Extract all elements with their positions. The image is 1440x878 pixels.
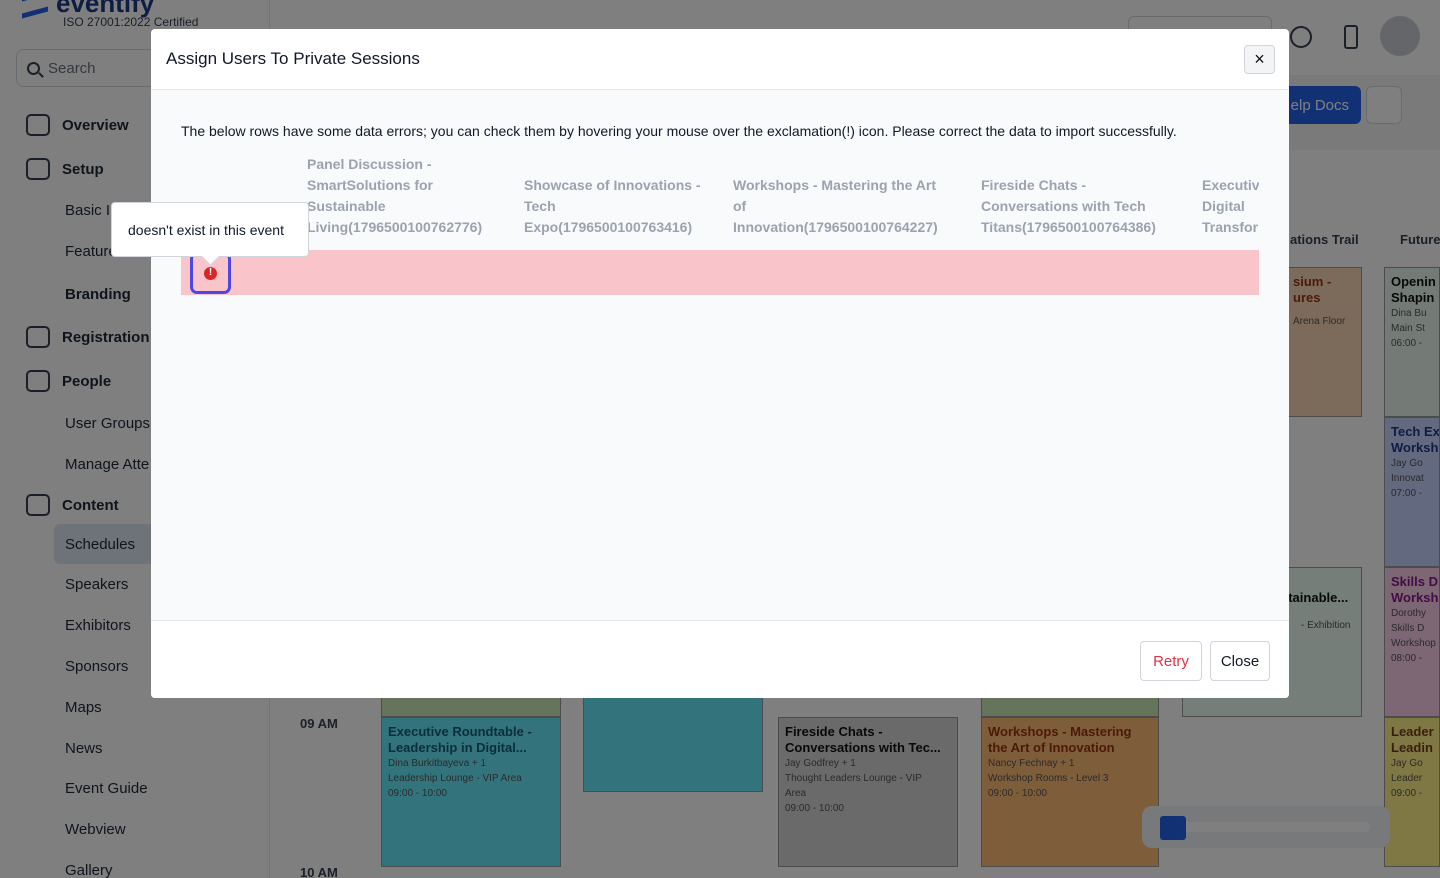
import-table: Panel Discussion - SmartSolutions for Su… — [181, 150, 1259, 300]
column-header: Showcase of Innovations - Tech Expo(1796… — [524, 177, 701, 235]
error-row: ! — [181, 250, 1259, 295]
column-header: Executiv Digital Transfor — [1202, 177, 1259, 235]
error-tooltip: doesn't exist in this event — [111, 202, 309, 257]
modal-title: Assign Users To Private Sessions — [166, 49, 420, 68]
close-icon[interactable]: × — [1244, 45, 1275, 74]
column-header: Workshops - Mastering the Art of Innovat… — [733, 177, 938, 235]
modal-header: Assign Users To Private Sessions — [151, 29, 1289, 90]
assign-users-modal: Assign Users To Private Sessions × The b… — [151, 29, 1289, 698]
column-header: Panel Discussion - SmartSolutions for Su… — [307, 156, 483, 235]
exclamation-icon[interactable]: ! — [204, 266, 217, 280]
error-message: The below rows have some data errors; yo… — [181, 123, 1177, 139]
close-button[interactable]: Close — [1210, 641, 1270, 681]
modal-footer: Retry Close — [151, 620, 1289, 698]
retry-button[interactable]: Retry — [1140, 641, 1202, 681]
column-header: Fireside Chats - Conversations with Tech… — [981, 177, 1156, 235]
modal-body: The below rows have some data errors; yo… — [151, 90, 1289, 620]
